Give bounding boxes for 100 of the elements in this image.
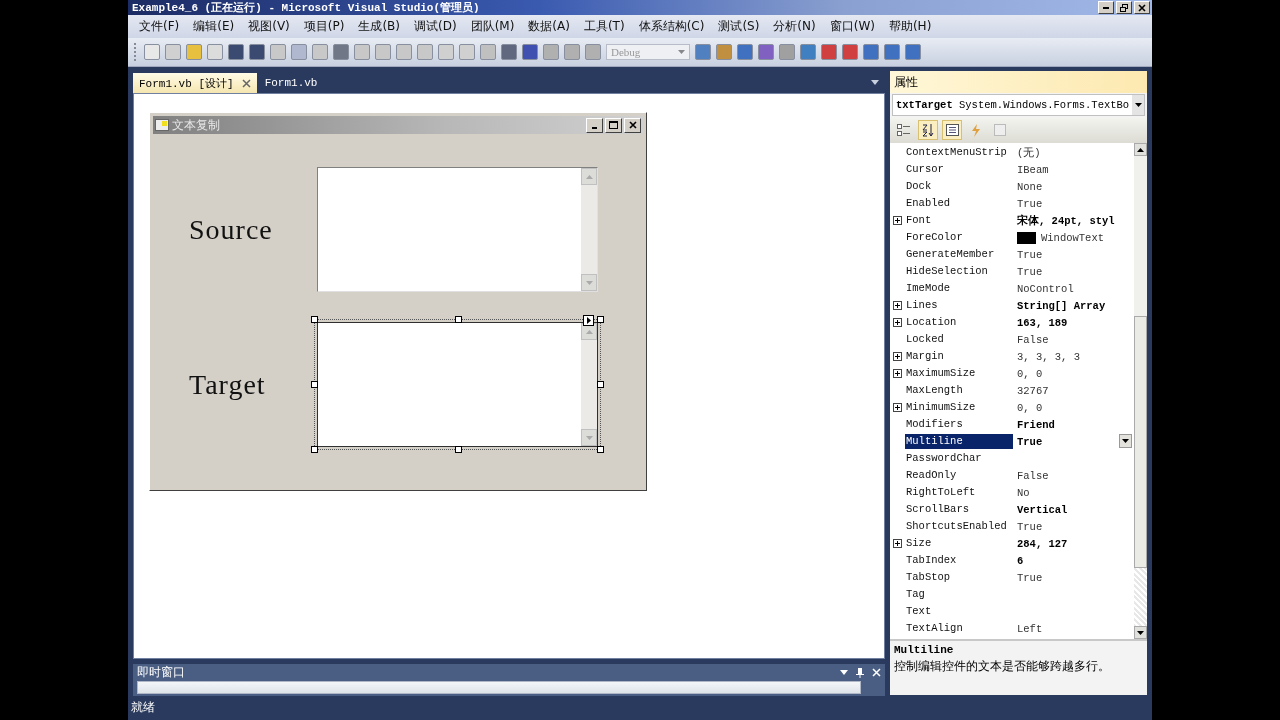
property-name[interactable]: ContextMenuStrip — [890, 145, 1013, 160]
minimize-button[interactable] — [1098, 1, 1114, 14]
property-name[interactable]: GenerateMember — [890, 247, 1013, 262]
property-name[interactable]: Locked — [890, 332, 1013, 347]
property-name[interactable]: Lines — [890, 298, 1013, 313]
resize-handle[interactable] — [311, 316, 318, 323]
property-value[interactable]: (无) — [1017, 145, 1041, 160]
property-value[interactable]: 0, 0 — [1017, 367, 1043, 380]
property-name[interactable]: Cursor — [890, 162, 1013, 177]
property-value[interactable]: True — [1017, 435, 1043, 448]
property-name[interactable]: Dock — [890, 179, 1013, 194]
document-tab[interactable]: Form1.vb — [258, 73, 324, 93]
property-value[interactable]: True — [1017, 197, 1043, 210]
resize-handle[interactable] — [311, 381, 318, 388]
menu-item[interactable]: 体系结构(C) — [631, 18, 712, 35]
property-value[interactable]: 32767 — [1017, 384, 1049, 397]
property-value[interactable]: NoControl — [1017, 282, 1074, 295]
property-name[interactable]: TabIndex — [890, 553, 1013, 568]
property-name[interactable]: Font — [890, 213, 1013, 228]
property-name[interactable]: ImeMode — [890, 281, 1013, 296]
property-name[interactable]: Enabled — [890, 196, 1013, 211]
menu-item[interactable]: 工具(T) — [576, 18, 632, 35]
property-name[interactable]: Text — [890, 604, 1013, 619]
expand-icon[interactable] — [893, 318, 902, 327]
expand-icon[interactable] — [893, 301, 902, 310]
property-value[interactable]: IBeam — [1017, 163, 1049, 176]
property-name[interactable]: PasswordChar — [890, 451, 1013, 466]
property-name[interactable]: MaxLength — [890, 383, 1013, 398]
menu-item[interactable]: 视图(V) — [241, 18, 297, 35]
menu-item[interactable]: 调试(D) — [407, 18, 464, 35]
restore-button[interactable] — [1116, 1, 1132, 14]
menu-item[interactable]: 测试(S) — [711, 18, 767, 35]
menu-item[interactable]: 文件(F) — [132, 18, 187, 35]
property-name[interactable]: Location — [890, 315, 1013, 330]
property-value[interactable]: Friend — [1017, 418, 1055, 431]
close-button[interactable] — [624, 117, 641, 133]
pin-icon[interactable] — [856, 667, 864, 678]
property-value[interactable]: None — [1017, 180, 1043, 193]
close-icon[interactable] — [241, 78, 251, 88]
property-name[interactable]: HideSelection — [890, 264, 1013, 279]
form-window[interactable]: 文本复制 Source Target — [149, 112, 647, 491]
property-name[interactable]: Tag — [890, 587, 1013, 602]
property-value[interactable]: 宋体, 24pt, styl — [1017, 213, 1115, 228]
property-value[interactable]: False — [1017, 333, 1049, 346]
property-name[interactable]: ReadOnly — [890, 468, 1013, 483]
menu-item[interactable]: 项目(P) — [296, 18, 352, 35]
sort-button[interactable] — [918, 120, 938, 140]
property-name[interactable]: MinimumSize — [890, 400, 1013, 415]
close-button[interactable] — [1134, 1, 1150, 14]
scroll-thumb[interactable] — [1134, 316, 1147, 568]
object-selector[interactable]: txtTarget System.Windows.Forms.TextBo — [892, 94, 1145, 116]
property-value[interactable]: 3, 3, 3, 3 — [1017, 350, 1080, 363]
menu-item[interactable]: 数据(A) — [521, 18, 577, 35]
property-name[interactable]: Margin — [890, 349, 1013, 364]
property-name[interactable]: TabStop — [890, 570, 1013, 585]
resize-handle[interactable] — [597, 381, 604, 388]
resize-handle[interactable] — [455, 446, 462, 453]
menu-item[interactable]: 分析(N) — [766, 18, 823, 35]
property-name[interactable]: Size — [890, 536, 1013, 551]
expand-icon[interactable] — [893, 352, 902, 361]
property-value[interactable]: True — [1017, 265, 1043, 278]
resize-handle[interactable] — [597, 316, 604, 323]
expand-icon[interactable] — [893, 539, 902, 548]
vertical-scrollbar[interactable] — [581, 323, 597, 446]
resize-handle[interactable] — [597, 446, 604, 453]
property-name[interactable]: ForeColor — [890, 230, 1013, 245]
menu-item[interactable]: 帮助(H) — [881, 18, 939, 35]
property-value[interactable]: True — [1017, 520, 1043, 533]
property-value[interactable]: True — [1017, 248, 1043, 261]
property-value[interactable]: False — [1017, 469, 1049, 482]
property-value[interactable]: Vertical — [1017, 503, 1068, 516]
property-name[interactable]: TextAlign — [890, 621, 1013, 636]
expand-icon[interactable] — [893, 369, 902, 378]
menu-item[interactable]: 生成(B) — [351, 18, 407, 35]
vertical-scrollbar[interactable] — [1134, 143, 1147, 639]
property-value[interactable]: True — [1017, 571, 1043, 584]
property-name[interactable]: ScrollBars — [890, 502, 1013, 517]
menu-item[interactable]: 窗口(W) — [822, 18, 882, 35]
property-value[interactable]: 163, 189 — [1017, 316, 1068, 329]
property-name[interactable]: MaximumSize — [890, 366, 1013, 381]
vertical-scrollbar[interactable] — [581, 168, 597, 291]
list-button[interactable] — [942, 120, 962, 140]
property-name[interactable]: RightToLeft — [890, 485, 1013, 500]
dropdown-icon[interactable] — [840, 670, 848, 675]
minimize-button[interactable] — [586, 117, 603, 133]
horizontal-scrollbar[interactable] — [137, 681, 861, 694]
smart-tag-button[interactable] — [583, 315, 594, 326]
menu-item[interactable]: 团队(M) — [463, 18, 522, 35]
expand-icon[interactable] — [893, 216, 902, 225]
property-value[interactable]: String[] Array — [1017, 299, 1106, 312]
property-value[interactable]: No — [1017, 486, 1030, 499]
property-value[interactable]: 6 — [1017, 554, 1024, 567]
resize-handle[interactable] — [311, 446, 318, 453]
menu-item[interactable]: 编辑(E) — [186, 18, 242, 35]
property-name[interactable]: ShortcutsEnabled — [890, 519, 1013, 534]
text-area[interactable] — [317, 322, 598, 447]
maximize-button[interactable] — [605, 117, 622, 133]
document-tab[interactable]: Form1.vb [设计] — [133, 73, 257, 93]
dropdown-icon[interactable] — [871, 80, 879, 85]
property-value[interactable]: 284, 127 — [1017, 537, 1068, 550]
